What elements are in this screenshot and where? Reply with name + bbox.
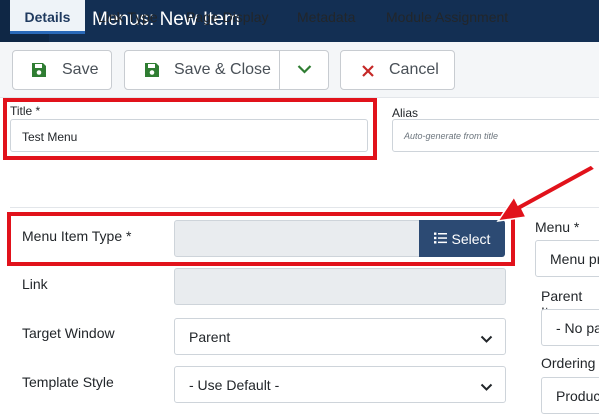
chevron-down-icon <box>480 379 493 395</box>
chevron-down-icon <box>297 61 312 79</box>
save-close-button[interactable]: Save & Close <box>125 51 279 89</box>
cancel-label: Cancel <box>389 61 439 78</box>
save-label: Save <box>62 61 99 78</box>
close-icon <box>362 64 374 82</box>
alias-placeholder: Auto-generate from title <box>404 131 499 141</box>
save-close-button-group: Save & Close <box>124 50 329 90</box>
target-window-value: Parent <box>189 329 231 345</box>
chevron-down-icon <box>480 331 493 347</box>
link-label: Link <box>22 276 48 292</box>
save-options-dropdown[interactable] <box>280 51 328 89</box>
template-style-value: - Use Default - <box>189 377 280 393</box>
ordering-select[interactable]: Produc <box>541 377 599 414</box>
cancel-button[interactable]: Cancel <box>340 50 455 90</box>
target-window-select[interactable]: Parent <box>174 318 506 355</box>
menu-select[interactable]: Menu pr <box>535 240 599 277</box>
highlight-box-menu-item-type <box>7 212 515 266</box>
template-style-label: Template Style <box>22 374 114 390</box>
template-style-select[interactable]: - Use Default - <box>174 366 506 403</box>
ordering-label: Ordering <box>541 355 596 371</box>
floppy-disk-icon <box>31 62 47 83</box>
save-button[interactable]: Save <box>12 50 112 90</box>
tab-link-type[interactable]: Link Type <box>98 0 158 34</box>
menu-label: Menu * <box>535 219 580 235</box>
target-window-label: Target Window <box>22 325 115 341</box>
highlight-box-title <box>3 98 377 160</box>
tab-details[interactable]: Details <box>10 0 85 34</box>
tab-metadata[interactable]: Metadata <box>297 0 355 34</box>
alias-label: Alias <box>392 106 419 120</box>
tab-page-display[interactable]: Page Display <box>186 0 269 34</box>
parent-item-select[interactable]: - No pa <box>541 309 599 346</box>
floppy-disk-icon <box>144 62 160 83</box>
link-field <box>174 268 506 305</box>
toolbar: Save Save & Close Cancel <box>0 42 599 98</box>
save-close-label: Save & Close <box>174 61 271 78</box>
tab-module-assignment[interactable]: Module Assignment <box>386 0 508 34</box>
alias-input[interactable]: Auto-generate from title <box>392 119 599 152</box>
